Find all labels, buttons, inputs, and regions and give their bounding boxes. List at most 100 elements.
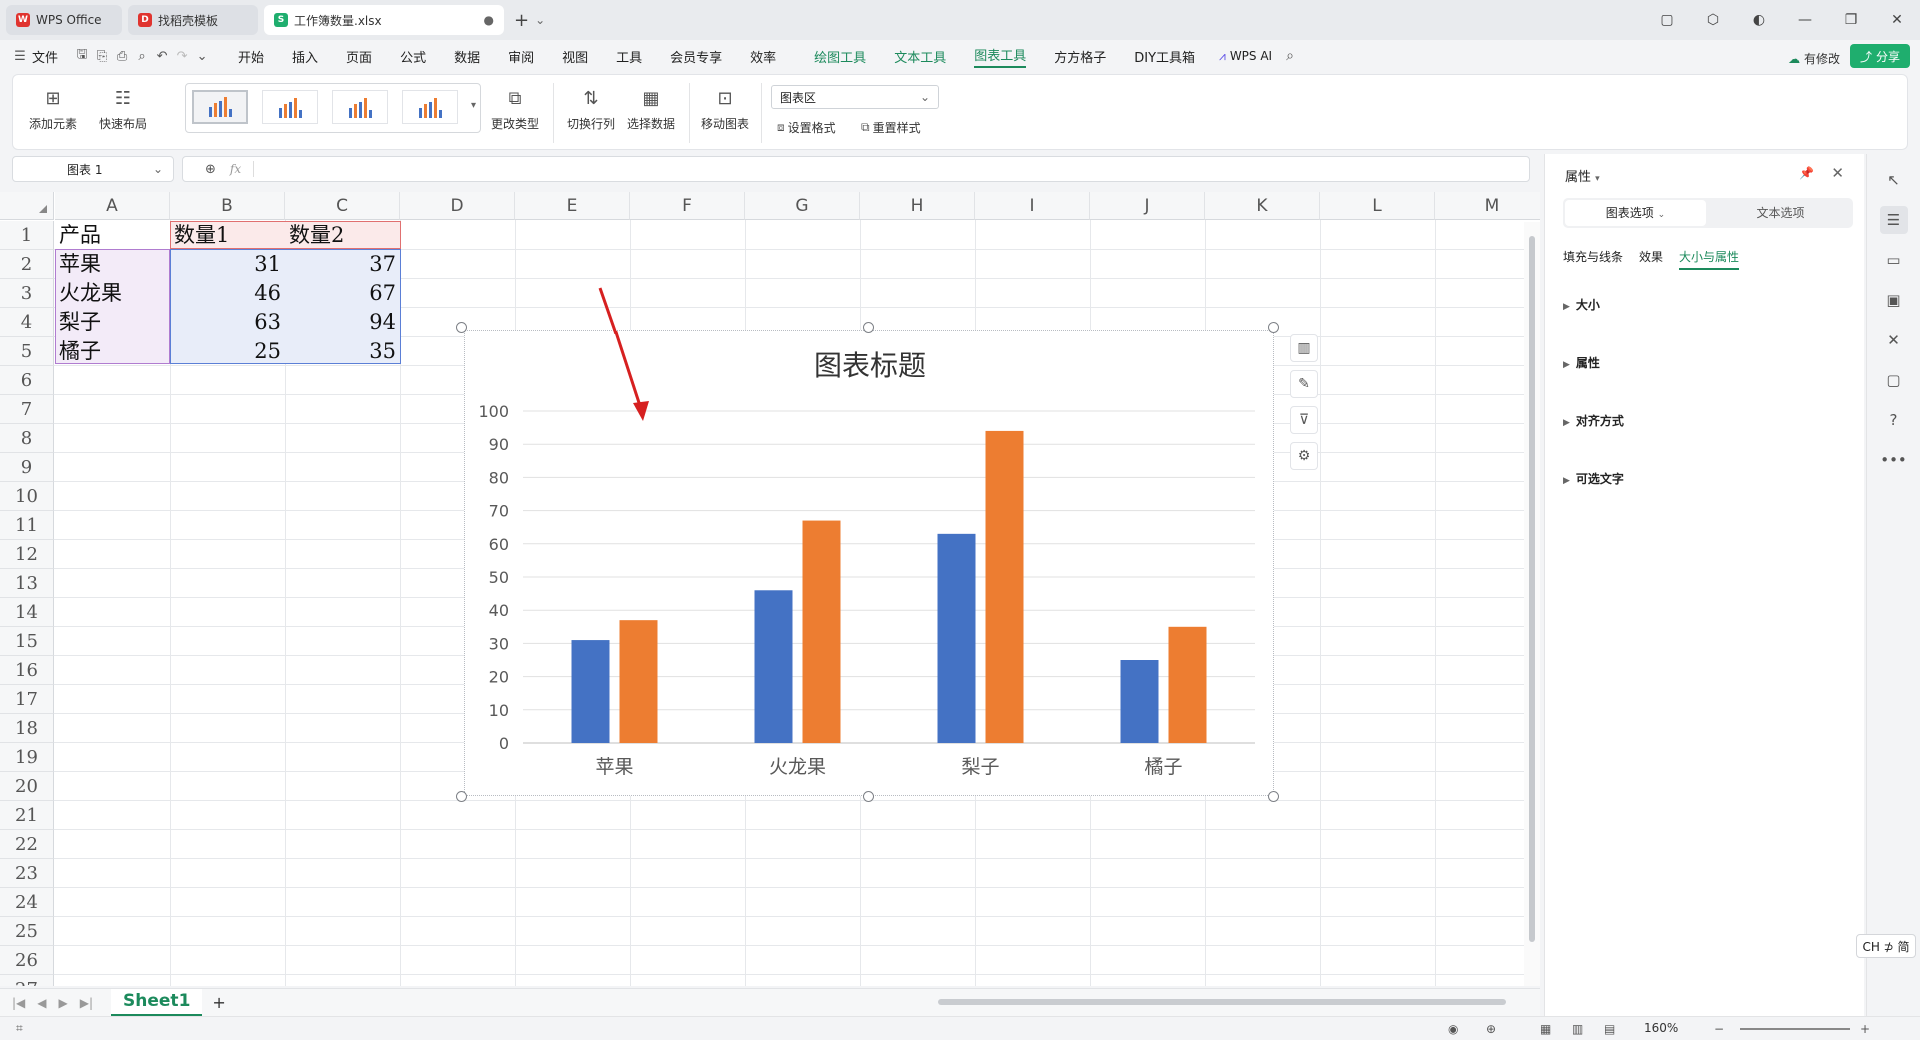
data-cell[interactable]: 31 [170, 250, 285, 278]
cube-icon[interactable]: ⬡ [1690, 12, 1736, 28]
change-type-button[interactable]: ⧉ 更改类型 [491, 85, 539, 132]
row-header-23[interactable]: 23 [0, 859, 54, 888]
column-header-k[interactable]: K [1205, 192, 1320, 220]
tab-chart-options[interactable]: 图表选项 ⌄ [1565, 200, 1706, 226]
row-header-7[interactable]: 7 [0, 395, 54, 424]
export-icon[interactable]: ⎘ [92, 49, 112, 64]
header-cell[interactable]: 产品 [55, 221, 170, 249]
sheet-tab-sheet1[interactable]: Sheet1 [111, 988, 203, 1017]
hamburger-icon[interactable]: ☰ [10, 49, 30, 64]
bar-2-4[interactable] [1168, 626, 1207, 743]
close-pane-icon[interactable]: ✕ [1831, 164, 1844, 182]
name-box[interactable]: 图表 1 ⌄ [12, 156, 174, 182]
bar-2-3[interactable] [985, 430, 1024, 743]
resize-handle-s[interactable] [863, 791, 874, 802]
tab-list-chevron-icon[interactable]: ⌄ [535, 13, 545, 27]
search-icon[interactable]: ⌕ [1286, 48, 1294, 64]
chart-filter-icon[interactable]: ⊽ [1290, 406, 1318, 434]
menu-page[interactable]: 页面 [346, 47, 372, 66]
data-cell[interactable]: 橘子 [55, 337, 170, 365]
column-header-m[interactable]: M [1435, 192, 1540, 220]
book-icon[interactable]: ▢ [1880, 366, 1908, 394]
chart-style-3[interactable] [332, 90, 388, 124]
menu-file[interactable]: 文件 [32, 47, 58, 66]
row-header-21[interactable]: 21 [0, 801, 54, 830]
zoom-slider[interactable] [1740, 1028, 1850, 1030]
column-header-c[interactable]: C [285, 192, 400, 220]
menu-chart-tools[interactable]: 图表工具 [974, 45, 1027, 68]
chart-style-2[interactable] [262, 90, 318, 124]
help-icon[interactable]: ? [1880, 406, 1908, 434]
data-cell[interactable]: 46 [170, 279, 285, 307]
page-layout-icon[interactable]: ▥ [1572, 1022, 1583, 1036]
image-tools-icon[interactable]: ▣ [1880, 286, 1908, 314]
properties-sliders-icon[interactable]: ☰ [1879, 206, 1908, 234]
select-all-corner[interactable] [0, 192, 54, 220]
bar-1-3[interactable] [937, 533, 976, 743]
row-header-25[interactable]: 25 [0, 917, 54, 946]
close-button[interactable]: ✕ [1874, 12, 1920, 28]
page-break-icon[interactable]: ▤ [1604, 1022, 1615, 1036]
row-header-6[interactable]: 6 [0, 366, 54, 395]
data-cell[interactable]: 25 [170, 337, 285, 365]
restore-button[interactable]: ❐ [1828, 12, 1874, 28]
tab-wps-office[interactable]: W WPS Office [6, 5, 122, 35]
header-cell[interactable]: 数量1 [170, 221, 285, 249]
gallery-more-icon[interactable]: ▾ [471, 100, 476, 111]
print-icon[interactable]: ⎙ [112, 49, 132, 64]
comment-icon[interactable]: ▭ [1880, 246, 1908, 274]
row-header-5[interactable]: 5 [0, 337, 54, 366]
column-header-f[interactable]: F [630, 192, 745, 220]
row-header-13[interactable]: 13 [0, 569, 54, 598]
pane-title[interactable]: 属性 ▾ [1565, 166, 1600, 185]
menu-insert[interactable]: 插入 [292, 47, 318, 66]
select-cursor-icon[interactable]: ↖ [1880, 166, 1908, 194]
row-header-14[interactable]: 14 [0, 598, 54, 627]
header-cell[interactable]: 数量2 [285, 221, 400, 249]
chart-settings-icon[interactable]: ⚙ [1290, 442, 1318, 470]
column-header-g[interactable]: G [745, 192, 860, 220]
row-header-16[interactable]: 16 [0, 656, 54, 685]
column-header-h[interactable]: H [860, 192, 975, 220]
tab-docer-template[interactable]: D 找稻壳模板 [128, 5, 258, 35]
row-header-24[interactable]: 24 [0, 888, 54, 917]
redo-icon[interactable]: ↷ [172, 49, 192, 64]
resize-handle-nw[interactable] [456, 322, 467, 333]
undo-icon[interactable]: ↶ [152, 49, 172, 64]
chart-style-4[interactable] [402, 90, 458, 124]
prev-sheet-icon[interactable]: ◀ [37, 996, 46, 1010]
pin-icon[interactable]: 📌 [1799, 166, 1814, 180]
add-element-button[interactable]: ⊞ 添加元素 [29, 85, 77, 132]
bar-2-2[interactable] [802, 520, 841, 743]
row-header-17[interactable]: 17 [0, 685, 54, 714]
row-header-20[interactable]: 20 [0, 772, 54, 801]
zoom-level[interactable]: 160% [1644, 1021, 1678, 1035]
menu-review[interactable]: 审阅 [508, 47, 534, 66]
tools-icon[interactable]: ✕ [1880, 326, 1908, 354]
ime-indicator[interactable]: CH ⊅ 简 [1856, 934, 1916, 958]
vertical-scrollbar[interactable] [1524, 222, 1540, 986]
menu-efficiency[interactable]: 效率 [750, 47, 776, 66]
chart-object[interactable]: 图表标题 0 10 20 30 40 50 60 70 80 90 100 苹果 火龙果 梨子 橘子 [464, 288, 1274, 796]
bar-2-1[interactable] [619, 620, 658, 743]
menu-wps-ai[interactable]: WPS AI [1230, 49, 1272, 63]
bar-1-1[interactable] [571, 640, 610, 743]
add-sheet-button[interactable]: + [212, 993, 225, 1012]
subtab-fill-line[interactable]: 填充与线条 [1563, 248, 1623, 270]
data-cell[interactable]: 苹果 [55, 250, 170, 278]
formula-bar[interactable]: ⊕ fx [182, 156, 1530, 182]
eye-protection-icon[interactable]: ◉ [1448, 1022, 1458, 1036]
resize-handle-ne[interactable] [1268, 322, 1279, 333]
locate-icon[interactable]: ⊕ [1486, 1022, 1496, 1036]
zoom-in-button[interactable]: + [1860, 1022, 1870, 1036]
menu-drawing-tools[interactable]: 绘图工具 [814, 47, 866, 66]
switch-row-col-button[interactable]: ⇅ 切换行列 [567, 85, 615, 132]
column-header-d[interactable]: D [400, 192, 515, 220]
workspace-icon[interactable]: ▢ [1644, 12, 1690, 28]
column-header-j[interactable]: J [1090, 192, 1205, 220]
menu-home[interactable]: 开始 [238, 47, 264, 66]
share-button[interactable]: ⤴ 分享 [1849, 44, 1910, 68]
chart-style-1[interactable] [192, 90, 248, 124]
data-cell[interactable]: 37 [285, 250, 400, 278]
chart-title[interactable]: 图表标题 [814, 349, 926, 382]
